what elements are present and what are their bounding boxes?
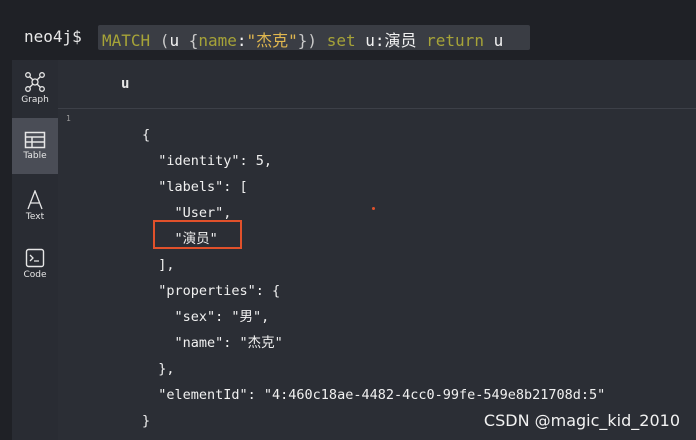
json-line: "labels": [ (142, 179, 248, 195)
json-line: "sex": "男", (142, 309, 270, 325)
row-number: 1 (66, 114, 71, 123)
json-line: }, (142, 361, 175, 377)
text-icon (27, 190, 43, 210)
table-icon (24, 131, 46, 149)
result-view-sidebar: Graph Table Text Code (12, 60, 58, 440)
json-cell: { "identity": 5, "labels": [ "User", "演员… (142, 122, 605, 434)
graph-icon (25, 72, 45, 92)
json-line: "identity": 5, (142, 153, 273, 169)
cursor-dot (372, 207, 375, 210)
result-table: u 1 { "identity": 5, "labels": [ "User",… (58, 60, 696, 440)
code-icon (25, 248, 45, 268)
view-table-label: Table (23, 151, 47, 161)
editor-bar: neo4j$ MATCH (u {name:"杰克"}) set u:演员 re… (0, 0, 696, 60)
view-graph-button[interactable]: Graph (12, 60, 58, 116)
json-line: ], (142, 257, 175, 273)
query-text[interactable]: MATCH (u {name:"杰克"}) set u:演员 return u (102, 27, 503, 51)
view-graph-label: Graph (21, 95, 49, 105)
watermark: CSDN @magic_kid_2010 (483, 411, 680, 430)
column-header-u: u (121, 76, 130, 92)
json-line: "elementId": "4:460c18ae-4482-4cc0-99fe-… (142, 387, 606, 403)
json-line: "properties": { (142, 283, 281, 299)
prompt-label: neo4j$ (24, 27, 82, 46)
highlight-box (153, 220, 242, 249)
view-code-button[interactable]: Code (12, 236, 58, 292)
view-code-label: Code (23, 270, 47, 280)
table-header: u (58, 60, 696, 109)
json-line: { (142, 127, 151, 143)
view-text-button[interactable]: Text (12, 178, 58, 234)
view-text-label: Text (25, 212, 45, 222)
view-table-button[interactable]: Table (12, 118, 58, 174)
json-line: "name": "杰克" (142, 335, 283, 351)
